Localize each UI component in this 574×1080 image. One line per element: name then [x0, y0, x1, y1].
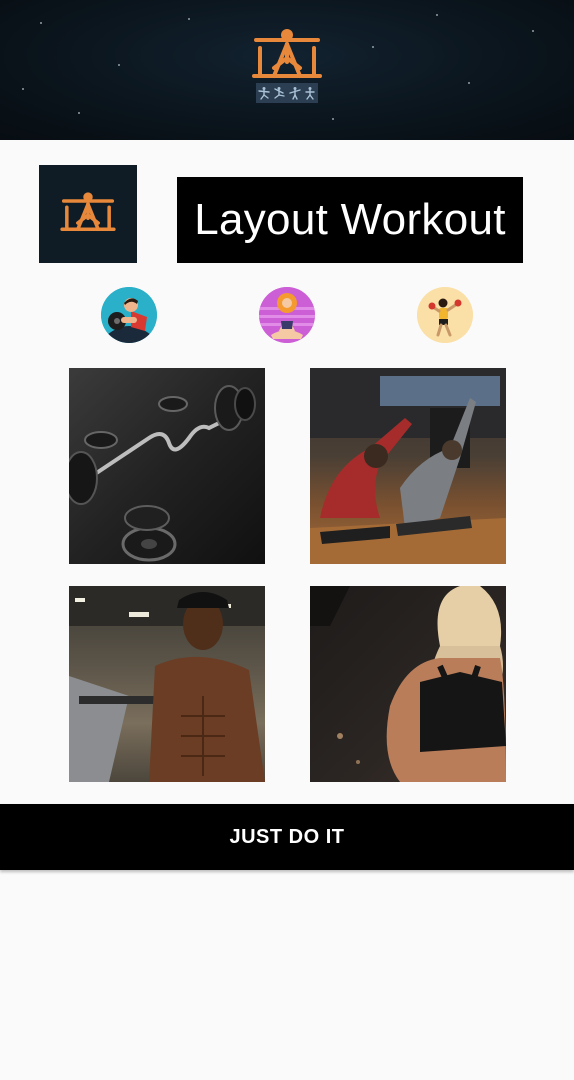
- woman-back-photo[interactable]: [310, 586, 506, 782]
- star: [188, 18, 190, 20]
- stretching-class-photo[interactable]: [310, 368, 506, 564]
- dancer-icon: [305, 87, 315, 100]
- stretching-class-image: [310, 368, 506, 564]
- category-yoga-avatar[interactable]: [259, 287, 315, 343]
- page-title: Layout Workout: [177, 177, 523, 263]
- barbell-image: [69, 385, 256, 562]
- barbell-photo[interactable]: [69, 368, 265, 564]
- dancer-icon: [274, 87, 285, 99]
- dancer-icon: [289, 87, 301, 100]
- just-do-it-button[interactable]: JUST DO IT: [0, 804, 574, 870]
- muscular-man-photo[interactable]: [69, 586, 265, 782]
- category-boxing-avatar[interactable]: [101, 287, 157, 343]
- category-boxing-avatar[interactable]: [417, 287, 473, 343]
- star: [372, 46, 374, 48]
- star: [118, 64, 120, 66]
- yoga-meditation-icon: [259, 287, 315, 343]
- header-banner: [0, 0, 574, 140]
- weightlifter-logo-icon: [60, 192, 116, 232]
- star: [40, 22, 42, 24]
- dancer-icon: [258, 87, 270, 100]
- boxer-cartoon-icon: [101, 287, 157, 343]
- star: [468, 82, 470, 84]
- activity-icons-strip: [256, 83, 318, 103]
- logo-thumbnail: [39, 165, 137, 263]
- star: [332, 118, 334, 120]
- star: [532, 30, 534, 32]
- star: [22, 88, 24, 90]
- star: [78, 112, 80, 114]
- woman-back-image: [310, 586, 506, 782]
- muscular-man-image: [69, 586, 265, 782]
- weightlifter-logo-icon: [252, 29, 322, 78]
- boxer-icon: [417, 287, 473, 343]
- star: [436, 14, 438, 16]
